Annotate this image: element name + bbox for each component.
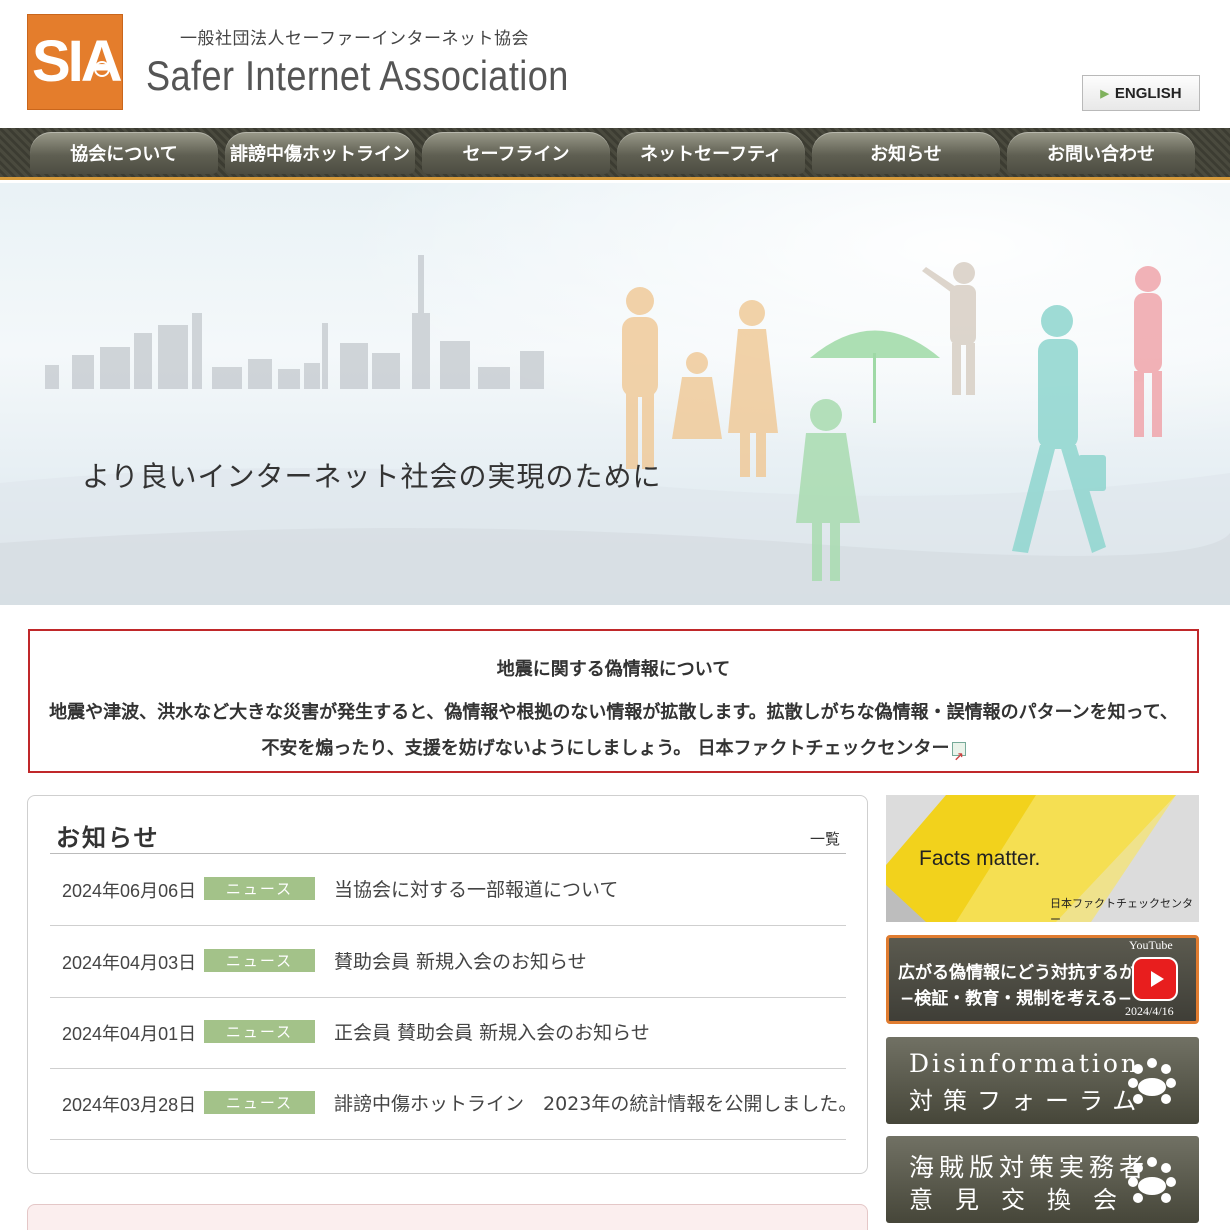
site-logo[interactable]: SIA	[27, 14, 123, 110]
english-button-label: ENGLISH	[1114, 84, 1182, 102]
banner-subtitle: 意見交換会	[909, 1186, 1139, 1214]
main-nav: 協会について 誹謗中傷ホットライン セーフライン ネットセーフティ お知らせ お…	[0, 128, 1230, 180]
factcheck-banner[interactable]: Facts matter. 日本ファクトチェックセンター	[886, 795, 1199, 922]
youtube-title: 広がる偽情報にどう対抗するか	[898, 963, 1136, 983]
next-section-box	[27, 1204, 868, 1230]
piracy-countermeasures-banner[interactable]: 海賊版対策実務者 意見交換会	[886, 1136, 1199, 1223]
factcheck-org: 日本ファクトチェックセンター	[1050, 897, 1193, 922]
news-title-link[interactable]: 正会員 賛助会員 新規入会のお知らせ	[334, 1018, 650, 1045]
factcheck-center-link-label: 日本ファクトチェックセンター	[697, 738, 950, 759]
news-title-link[interactable]: 誹謗中傷ホットライン 2023年の統計情報を公開しました。	[334, 1089, 857, 1116]
news-item[interactable]: 2024年06月06日 ニュース 当協会に対する一部報道について	[50, 854, 846, 926]
news-title-link[interactable]: 当協会に対する一部報道について	[334, 875, 618, 902]
alert-body-text: 地震や津波、洪水など大きな災害が発生すると、偽情報や根拠のない情報が拡散します。…	[49, 702, 1178, 759]
news-date: 2024年04月03日	[62, 953, 197, 973]
org-name-jp: 一般社団法人セーファーインターネット協会	[180, 29, 529, 49]
factcheck-center-link[interactable]: 日本ファクトチェックセンター	[697, 738, 966, 775]
news-item[interactable]: 2024年04月01日 ニュース 正会員 賛助会員 新規入会のお知らせ	[50, 997, 846, 1069]
hero-illustration	[0, 183, 1230, 605]
news-panel: お知らせ 一覧 2024年06月06日 ニュース 当協会に対する一部報道について…	[27, 795, 868, 1174]
nav-item-hotline[interactable]: 誹謗中傷ホットライン	[225, 132, 415, 174]
meeting-icon	[1128, 1058, 1176, 1104]
play-icon	[1132, 957, 1178, 1001]
banner-subtitle: 対策フォーラム	[909, 1087, 1147, 1115]
external-link-icon	[951, 739, 966, 775]
youtube-label: YouTube	[1129, 938, 1173, 952]
news-item[interactable]: 2024年03月28日 ニュース 誹謗中傷ホットライン 2023年の統計情報を公…	[50, 1068, 857, 1140]
alert-notice: 地震に関する偽情報について 地震や津波、洪水など大きな災害が発生すると、偽情報や…	[28, 629, 1199, 775]
youtube-date: 2024/4/16	[1125, 1004, 1174, 1018]
english-button[interactable]: ▶ ENGLISH	[1082, 75, 1200, 111]
news-date: 2024年04月01日	[62, 1024, 197, 1044]
meeting-icon	[1128, 1157, 1176, 1203]
banner-title: 海賊版対策実務者	[909, 1153, 1150, 1182]
hero-tagline: より良いインターネット社会の実現のために	[82, 460, 662, 493]
org-name-en: Safer Internet Association	[146, 52, 569, 99]
nav-item-safeline[interactable]: セーフライン	[422, 132, 610, 174]
youtube-subtitle: −検証・教育・規制を考える−	[900, 989, 1132, 1009]
disinformation-forum-banner[interactable]: Disinformation 対策フォーラム	[886, 1037, 1199, 1124]
alert-title: 地震に関する偽情報について	[496, 659, 731, 680]
news-tag: ニュース	[204, 877, 315, 900]
banner-title: Disinformation	[909, 1049, 1141, 1078]
nav-item-net-safety[interactable]: ネットセーフティ	[617, 132, 805, 174]
arrow-right-icon: ▶	[1100, 87, 1109, 100]
news-item[interactable]: 2024年04月03日 ニュース 賛助会員 新規入会のお知らせ	[50, 926, 846, 998]
news-tag: ニュース	[204, 1091, 315, 1114]
news-title-link[interactable]: 賛助会員 新規入会のお知らせ	[334, 947, 587, 974]
nav-item-contact[interactable]: お問い合わせ	[1007, 132, 1195, 174]
globe-icon	[94, 61, 110, 77]
nav-item-about[interactable]: 協会について	[30, 132, 218, 174]
news-heading: お知らせ	[56, 823, 160, 852]
news-date: 2024年03月28日	[62, 1095, 197, 1115]
factcheck-tagline: Facts matter.	[919, 847, 1041, 870]
nav-item-news[interactable]: お知らせ	[812, 132, 1000, 174]
news-tag: ニュース	[204, 949, 315, 972]
site-header: SIA 一般社団法人セーファーインターネット協会 Safer Internet …	[0, 0, 1230, 128]
news-tag: ニュース	[204, 1020, 315, 1043]
youtube-banner[interactable]: YouTube 広がる偽情報にどう対抗するか −検証・教育・規制を考える− 20…	[886, 935, 1199, 1024]
news-date: 2024年06月06日	[62, 881, 197, 901]
alert-body: 地震や津波、洪水など大きな災害が発生すると、偽情報や根拠のない情報が拡散します。…	[30, 695, 1197, 775]
hero-banner: より良いインターネット社会の実現のために	[0, 183, 1230, 605]
news-list-link[interactable]: 一覧	[810, 828, 840, 849]
